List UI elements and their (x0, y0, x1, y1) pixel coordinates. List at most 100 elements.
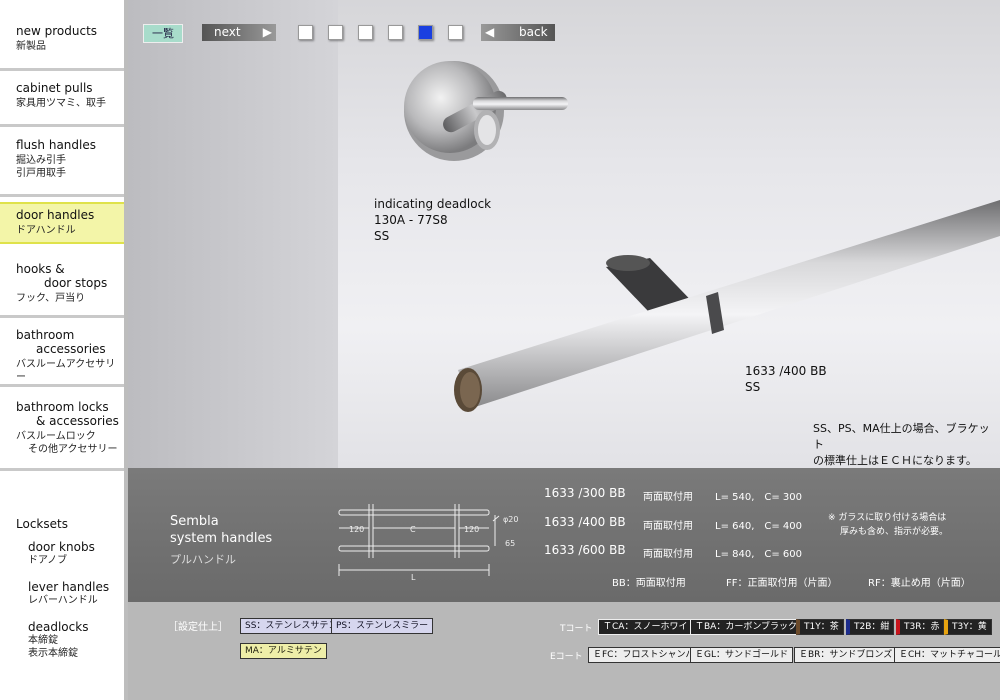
legend-ff: FF：正面取付用（片面） (726, 578, 838, 589)
next-label: next (214, 25, 241, 39)
sidebar-heading-locksets: Locksets (0, 517, 124, 531)
nav-sublabel: 表示本締錠 (28, 648, 78, 659)
finish-ss-badge: SS：ステンレスサテン (240, 618, 343, 634)
finish-options-panel: ［設定仕上］ SS：ステンレスサテン PS：ステンレスミラー MA：アルミサテン… (128, 602, 1000, 700)
deadlock-caption: indicating deadlock 130A - 77S8 SS (374, 196, 491, 244)
spec-row-code: 1633 /300 BB (544, 486, 626, 500)
nav-sublabel: 引戸用取手 (16, 168, 66, 179)
dim-l: L (411, 573, 416, 582)
sidebar-item-cabinet-pulls[interactable]: cabinet pulls 家具用ツマミ、取手 (0, 81, 124, 110)
sidebar-item-deadlocks[interactable]: deadlocks 本締錠表示本締錠 (0, 620, 124, 660)
nav-label: flush handles (16, 138, 96, 152)
arrow-right-icon: ▶ (262, 25, 272, 39)
back-label: back (519, 25, 548, 39)
finish-ma-badge: MA：アルミサテン (240, 643, 327, 659)
bracket-note: SS、PS、MA仕上の場合、ブラケット の標準仕上はＥＣＨになります。 (813, 421, 1000, 468)
page-button-1[interactable] (298, 25, 313, 40)
finish-ech-badge: ＥCH：マットチャコール (894, 647, 1000, 663)
sidebar-item-lever-handles[interactable]: lever handles レバーハンドル (0, 580, 124, 607)
sidebar-item-flush-handles[interactable]: flush handles 掘込み引手引戸用取手 (0, 138, 124, 180)
deadlock-finish: SS (374, 229, 390, 243)
spec-row-mount: 両面取付用 (643, 492, 693, 503)
page-button-5-active[interactable] (418, 25, 433, 40)
nav-sublabel: ドアハンドル (16, 225, 76, 236)
spec-row-code: 1633 /400 BB (544, 515, 626, 529)
finish-tca-badge: ＴCA：スノーホワイト (598, 619, 702, 635)
sidebar-item-new-products[interactable]: new products 新製品 (0, 24, 124, 53)
dim-b: 120 (464, 525, 479, 534)
nav-label: cabinet pulls (16, 81, 93, 95)
sidebar-item-bathroom-locks[interactable]: bathroom locks & accessories バスルームロックその他アク… (0, 400, 124, 456)
nav-label: lever handles (28, 580, 110, 594)
divider (0, 194, 124, 197)
spec-row-dims: L= 840, C= 600 (715, 549, 803, 560)
nav-sublabel: 本締錠 (28, 635, 58, 646)
dim-a: 120 (349, 525, 364, 534)
spec-row-dims: L= 540, C= 300 (715, 492, 803, 503)
spec-row-code: 1633 /600 BB (544, 543, 626, 557)
nav-sublabel: 掘込み引手 (16, 155, 66, 166)
nav-label: accessories (36, 342, 106, 356)
page-button-2[interactable] (328, 25, 343, 40)
nav-section-heading: Locksets (16, 517, 68, 531)
back-button[interactable]: ◀ back (481, 24, 555, 41)
sidebar-item-bathroom-accessories[interactable]: bathroom accessories バスルームアクセサリー (0, 328, 124, 384)
nav-sublabel: レバーハンドル (28, 595, 98, 606)
glass-note-line2: 厚みも含め、指示が必要。 (840, 527, 949, 537)
nav-sublabel: 家具用ツマミ、取手 (16, 98, 106, 109)
finish-tba-badge: ＴBA：カーボンブラック (690, 619, 803, 635)
nav-sublabel: その他アクセサリー (28, 444, 118, 455)
nav-label: bathroom (16, 328, 75, 342)
spec-row-dims: L= 640, C= 400 (715, 521, 803, 532)
divider (0, 124, 124, 127)
finish-t1y-badge: T1Y：茶 (796, 619, 844, 635)
deadlock-code: 130A - 77S8 (374, 213, 448, 227)
sidebar-item-door-knobs[interactable]: door knobs ドアノブ (0, 540, 124, 567)
page-button-3[interactable] (358, 25, 373, 40)
handle-illustration (404, 61, 1000, 412)
product-title-jp: プルハンドル (170, 553, 236, 566)
product-subtitle: system handles (170, 531, 273, 546)
nav-sublabel: バスルームロック (16, 431, 96, 442)
nav-label: deadlocks (28, 620, 89, 634)
nav-label: bathroom locks (16, 400, 109, 414)
product-photo: indicating deadlock 130A - 77S8 SS 1633 … (128, 0, 1000, 468)
next-button[interactable]: next ▶ (202, 24, 276, 41)
bracket-note-line1: SS、PS、MA仕上の場合、ブラケット (813, 422, 990, 451)
page-button-6[interactable] (448, 25, 463, 40)
nav-label: new products (16, 24, 98, 38)
dim-phi: φ20 (503, 515, 518, 524)
handle-finish: SS (745, 380, 761, 394)
e-coat-label: Eコート (550, 652, 583, 662)
product-info-panel: Sembla system handles プルハンドル 120 C 120 φ… (128, 468, 1000, 602)
divider (0, 468, 124, 471)
finish-heading: ［設定仕上］ (168, 622, 228, 633)
sidebar-item-door-handles[interactable]: door handles ドアハンドル (0, 202, 124, 244)
nav-sublabel: バスルームアクセサリー (16, 359, 116, 383)
nav-label: hooks & (16, 262, 65, 276)
nav-sublabel: ドアノブ (28, 555, 68, 566)
divider (0, 315, 124, 318)
handle-caption: 1633 /400 BB SS (745, 363, 827, 395)
spec-row-mount: 両面取付用 (643, 521, 693, 532)
list-button[interactable]: 一覧 (143, 24, 183, 43)
glass-note-line1: ※ ガラスに取り付ける場合は (828, 513, 947, 523)
legend-rf: RF：裏止め用（片面） (868, 578, 971, 589)
finish-t3r-badge: T3R：赤 (896, 619, 945, 635)
nav-label: & accessories (36, 414, 119, 428)
finish-t2b-badge: T2B：紺 (846, 619, 895, 635)
dimension-diagram: 120 C 120 φ20 65 L (338, 504, 518, 582)
arrow-left-icon: ◀ (485, 25, 495, 39)
bracket-note-line2: の標準仕上はＥＣＨになります。 (813, 454, 977, 467)
nav-sublabel: 新製品 (16, 41, 46, 52)
finish-egl-badge: ＥGL：サンドゴールド (690, 647, 793, 663)
divider (0, 384, 124, 387)
dim-h: 65 (505, 539, 515, 548)
finish-ebr-badge: ＥBR：サンドブロンズ (794, 647, 898, 663)
handle-code: 1633 /400 BB (745, 364, 827, 378)
page-button-4[interactable] (388, 25, 403, 40)
sidebar-item-hooks-door-stops[interactable]: hooks & door stops フック、戸当り (0, 262, 124, 305)
nav-label: door stops (44, 276, 108, 290)
nav-label: door knobs (28, 540, 95, 554)
divider (0, 68, 124, 71)
